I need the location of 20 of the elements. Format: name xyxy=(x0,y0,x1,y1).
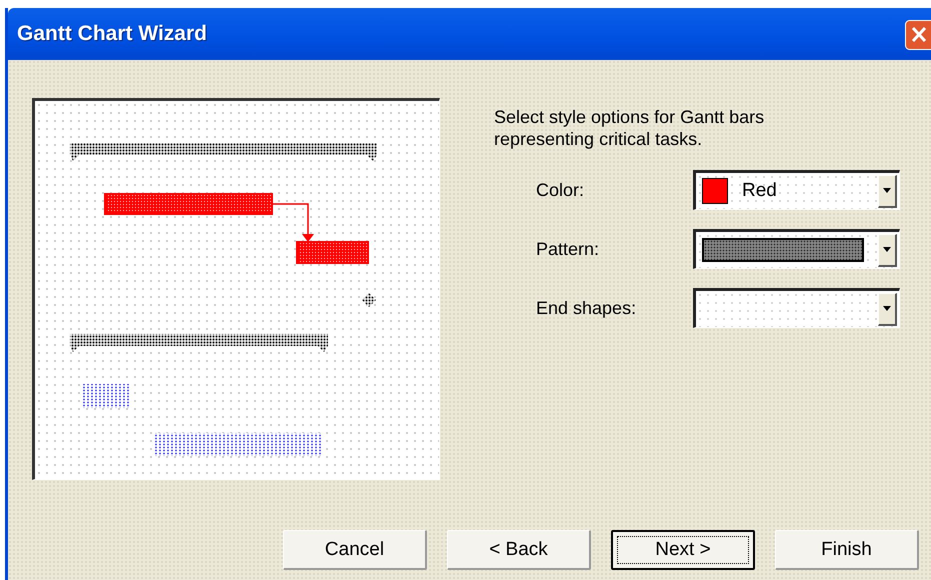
window-title: Gantt Chart Wizard xyxy=(17,22,208,46)
wizard-button[interactable]: Finish xyxy=(775,530,919,570)
field-label: Color: xyxy=(536,180,586,200)
caret-icon xyxy=(883,188,891,193)
dropdown-value: Red xyxy=(742,180,777,202)
close-icon[interactable] xyxy=(905,20,931,50)
field-label: Pattern: xyxy=(536,238,600,260)
pattern-dropdown[interactable] xyxy=(693,229,900,269)
milestone-diamond xyxy=(362,293,376,307)
dependency-arrow xyxy=(272,203,314,242)
task-bar xyxy=(82,384,129,408)
empty-dropdown[interactable] xyxy=(693,288,900,328)
wizard-button[interactable]: Next > xyxy=(611,530,755,570)
wizard-button[interactable]: Cancel xyxy=(283,530,427,570)
caret-icon xyxy=(883,247,891,252)
field-label: End shapes: xyxy=(536,298,638,318)
wizard-button[interactable]: < Back xyxy=(447,530,591,570)
caret-icon xyxy=(883,306,891,311)
instructions-text: Select style options for Gantt bars representing critical tasks. xyxy=(494,106,766,150)
color-dropdown[interactable]: Red xyxy=(693,170,900,210)
